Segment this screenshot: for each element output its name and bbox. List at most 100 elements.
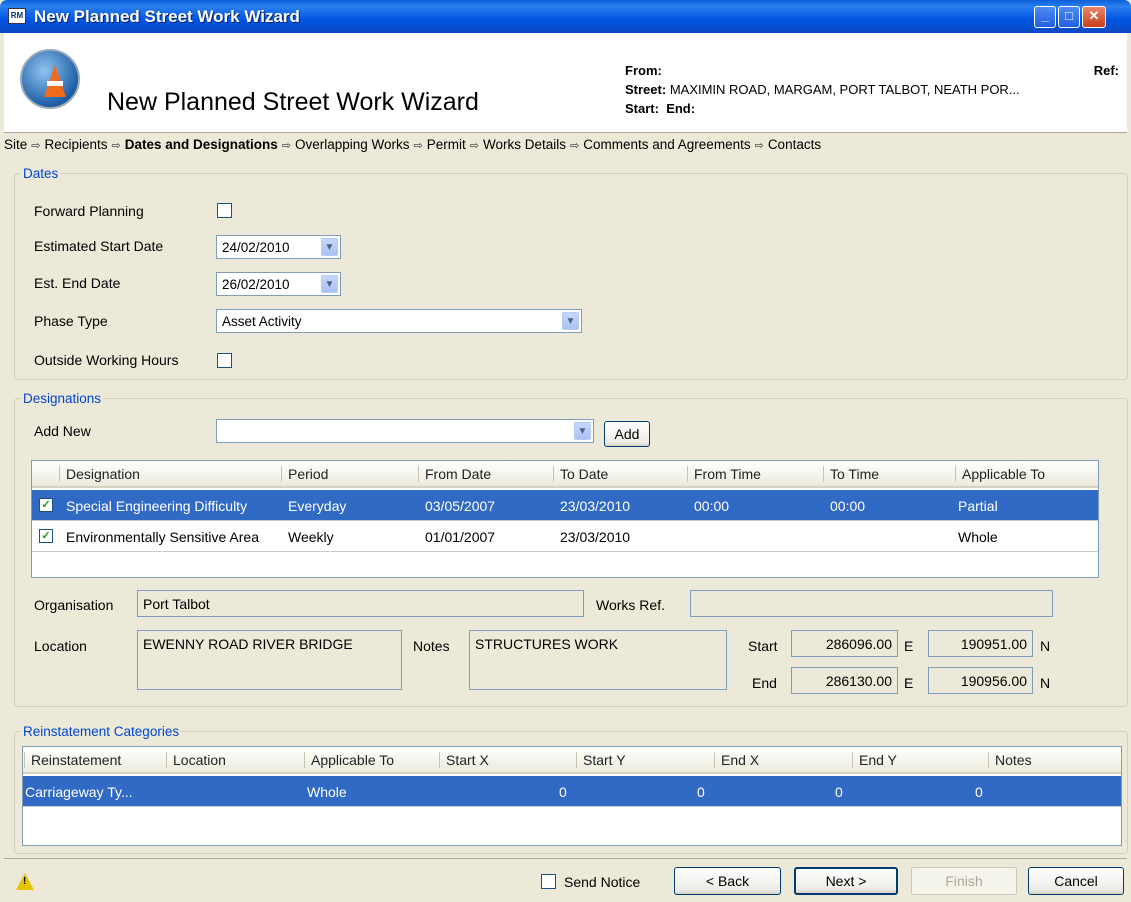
ref-label: Ref: xyxy=(1093,63,1119,78)
table-cell: 0 xyxy=(697,784,705,800)
step-arrow-icon: ⇨ xyxy=(281,140,291,152)
send-notice-label: Send Notice xyxy=(564,874,641,890)
table-cell: 00:00 xyxy=(830,498,866,514)
designations-table[interactable]: Designation Period From Date To Date From Ti… xyxy=(31,460,1099,578)
reinstatement-col-header[interactable]: Reinstatement xyxy=(23,752,121,768)
outside-working-hours-checkbox[interactable] xyxy=(217,353,232,368)
end-coord-label: End xyxy=(752,675,777,691)
designations-col-header[interactable]: From Date xyxy=(417,466,491,482)
finish-button[interactable]: Finish xyxy=(911,867,1017,895)
wizard-steps: Site ⇨ Recipients ⇨ Dates and Designations ⇨ O… xyxy=(4,137,821,152)
work-info: From: Ref: Street: MAXIMIN ROAD, MARGAM,… xyxy=(625,61,1125,118)
forward-planning-checkbox[interactable] xyxy=(217,203,232,218)
notes-label: Notes xyxy=(413,638,450,654)
table-row[interactable]: ✓ Environmentally Sensitive Area Weekly 01/… xyxy=(32,521,1098,552)
send-notice-checkbox[interactable] xyxy=(541,874,556,889)
next-button[interactable]: Next > xyxy=(794,867,898,895)
step-contacts[interactable]: Contacts xyxy=(768,137,821,152)
table-row[interactable]: Carriageway Ty... Whole 0 0 0 0 xyxy=(23,776,1121,807)
location-label: Location xyxy=(34,638,87,654)
row-checkbox[interactable]: ✓ xyxy=(39,529,53,543)
organisation-label: Organisation xyxy=(34,597,114,613)
dates-legend: Dates xyxy=(23,166,59,181)
step-works-details[interactable]: Works Details xyxy=(483,137,566,152)
back-button[interactable]: < Back xyxy=(674,867,781,895)
table-cell: Environmentally Sensitive Area xyxy=(66,529,259,545)
end-easting-field: 286130.00 xyxy=(791,667,898,694)
reinstatement-col-header[interactable]: Start X xyxy=(439,752,489,768)
step-arrow-icon: ⇨ xyxy=(31,140,41,152)
table-cell: 23/03/2010 xyxy=(560,529,631,545)
step-arrow-icon: ⇨ xyxy=(570,140,580,152)
end-northing-field: 190956.00 xyxy=(928,667,1033,694)
add-new-label: Add New xyxy=(34,423,91,439)
designations-col-header[interactable]: Applicable To xyxy=(954,466,1045,482)
street-value: MAXIMIN ROAD, MARGAM, PORT TALBOT, NEATH… xyxy=(669,82,1020,97)
app-icon: RM xyxy=(8,8,26,24)
table-cell: Partial xyxy=(958,498,998,514)
table-cell: 01/01/2007 xyxy=(425,529,496,545)
est-start-date-picker[interactable]: 24/02/2010 ▼ xyxy=(216,235,341,259)
start-easting-field: 286096.00 xyxy=(791,630,898,657)
window-title: New Planned Street Work Wizard xyxy=(34,7,300,26)
step-permit[interactable]: Permit xyxy=(427,137,466,152)
traffic-cone-logo-icon xyxy=(20,49,80,109)
works-ref-label: Works Ref. xyxy=(596,597,665,613)
est-start-date-label: Estimated Start Date xyxy=(34,238,164,254)
est-end-date-picker[interactable]: 26/02/2010 ▼ xyxy=(216,272,341,296)
table-cell: Carriageway Ty... xyxy=(25,784,133,800)
phase-type-label: Phase Type xyxy=(34,313,108,329)
reinstatement-col-header[interactable]: End Y xyxy=(852,752,897,768)
chevron-down-icon[interactable]: ▼ xyxy=(321,275,338,293)
minimize-button[interactable]: _ xyxy=(1034,6,1056,28)
designations-col-header[interactable]: Designation xyxy=(59,466,140,482)
reinstatement-col-header[interactable]: End X xyxy=(713,752,759,768)
add-designation-button[interactable]: Add xyxy=(604,421,650,447)
designations-col-header[interactable]: From Time xyxy=(687,466,761,482)
reinstatement-table[interactable]: Reinstatement Location Applicable To Start … xyxy=(22,746,1122,846)
step-overlapping-works[interactable]: Overlapping Works xyxy=(295,137,410,152)
step-arrow-icon: ⇨ xyxy=(469,140,479,152)
est-start-date-value: 24/02/2010 xyxy=(222,240,290,255)
close-button[interactable]: ✕ xyxy=(1082,6,1106,28)
wizard-header: New Planned Street Work Wizard From: Ref… xyxy=(4,33,1127,133)
reinstatement-col-header[interactable]: Notes xyxy=(988,752,1032,768)
step-comments-and-agreements[interactable]: Comments and Agreements xyxy=(583,137,750,152)
cancel-button[interactable]: Cancel xyxy=(1028,867,1124,895)
step-site[interactable]: Site xyxy=(4,137,27,152)
step-recipients[interactable]: Recipients xyxy=(44,137,107,152)
warning-icon: ! xyxy=(16,873,34,890)
chevron-down-icon[interactable]: ▼ xyxy=(562,312,579,330)
designations-col-header[interactable]: To Date xyxy=(552,466,608,482)
notes-field: STRUCTURES WORK xyxy=(469,630,727,690)
step-dates-and-designations[interactable]: Dates and Designations xyxy=(125,137,278,152)
step-arrow-icon: ⇨ xyxy=(111,140,121,152)
row-checkbox[interactable]: ✓ xyxy=(39,498,53,512)
end-label: End: xyxy=(666,101,696,116)
table-cell: Whole xyxy=(958,529,998,545)
maximize-button[interactable]: □ xyxy=(1058,6,1080,28)
add-new-designation-select[interactable]: ▼ xyxy=(216,419,594,443)
chevron-down-icon[interactable]: ▼ xyxy=(574,422,591,440)
reinstatement-col-header[interactable]: Start Y xyxy=(576,752,626,768)
start-label: Start: xyxy=(625,101,659,116)
designations-col-header[interactable]: To Time xyxy=(822,466,879,482)
reinstatement-col-header[interactable]: Location xyxy=(166,752,226,768)
works-ref-field xyxy=(690,590,1053,617)
table-cell: Weekly xyxy=(288,529,334,545)
designations-col-header[interactable]: Period xyxy=(280,466,328,482)
table-row[interactable]: ✓ Special Engineering Difficulty Everyday 0… xyxy=(32,490,1098,521)
street-label: Street: xyxy=(625,82,667,97)
designations-table-header: Designation Period From Date To Date From Ti… xyxy=(32,461,1098,488)
reinstatement-legend: Reinstatement Categories xyxy=(23,724,180,739)
chevron-down-icon[interactable]: ▼ xyxy=(321,238,338,256)
dates-group: Dates xyxy=(14,166,1128,380)
reinstatement-col-header[interactable]: Applicable To xyxy=(303,752,394,768)
est-end-date-value: 26/02/2010 xyxy=(222,277,290,292)
start-coord-label: Start xyxy=(748,638,778,654)
step-arrow-icon: ⇨ xyxy=(413,140,423,152)
start-e-unit: E xyxy=(904,638,914,654)
phase-type-select[interactable]: Asset Activity ▼ xyxy=(216,309,582,333)
table-cell: 23/03/2010 xyxy=(560,498,631,514)
table-cell: 00:00 xyxy=(694,498,730,514)
